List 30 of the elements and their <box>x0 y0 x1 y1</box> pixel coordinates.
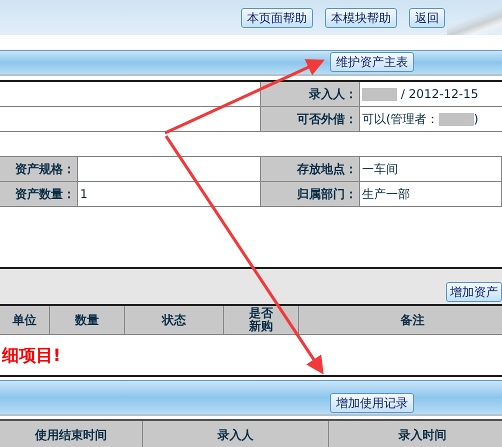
help-button[interactable]: 本模块帮助 <box>325 8 397 28</box>
field-value: 一车间 <box>362 162 398 176</box>
header-decoration <box>447 8 502 35</box>
column-header: 录入人 <box>142 420 328 447</box>
column-header: 是否新购 <box>224 305 298 334</box>
field-label: 可否外借： <box>260 106 360 132</box>
field-value: / 2012-12-15 <box>400 86 478 101</box>
field-label: 存放地点： <box>260 156 360 182</box>
field-value: 1 <box>80 187 88 201</box>
field-label: 资产数量： <box>0 182 78 206</box>
help-button[interactable]: 返回 <box>409 8 445 28</box>
field-value: 生产一部 <box>362 186 410 200</box>
redaction-block <box>438 112 474 126</box>
field-value: 可以(管理者： <box>362 112 439 126</box>
column-header: 数量 <box>50 305 124 334</box>
field-value: ) <box>474 112 478 126</box>
help-button[interactable]: 本页面帮助 <box>241 8 313 28</box>
maintain-button[interactable]: 维护资产主表 <box>330 52 414 72</box>
column-header: 录入时间 <box>328 420 502 447</box>
field-label: 录入人： <box>260 81 360 106</box>
add-usage-button[interactable]: 增加使用记录 <box>330 393 414 413</box>
column-header: 单位 <box>0 305 50 334</box>
column-header: 使用结束时间 <box>0 420 142 447</box>
column-header: 状态 <box>124 305 224 334</box>
empty-message: 细项目! <box>0 344 61 366</box>
column-header: 备注 <box>298 305 502 334</box>
field-label: 资产规格： <box>0 156 78 182</box>
field-label: 归属部门： <box>260 182 360 206</box>
redaction-block <box>362 88 397 102</box>
add-asset-button[interactable]: 增加资产 <box>446 282 502 302</box>
